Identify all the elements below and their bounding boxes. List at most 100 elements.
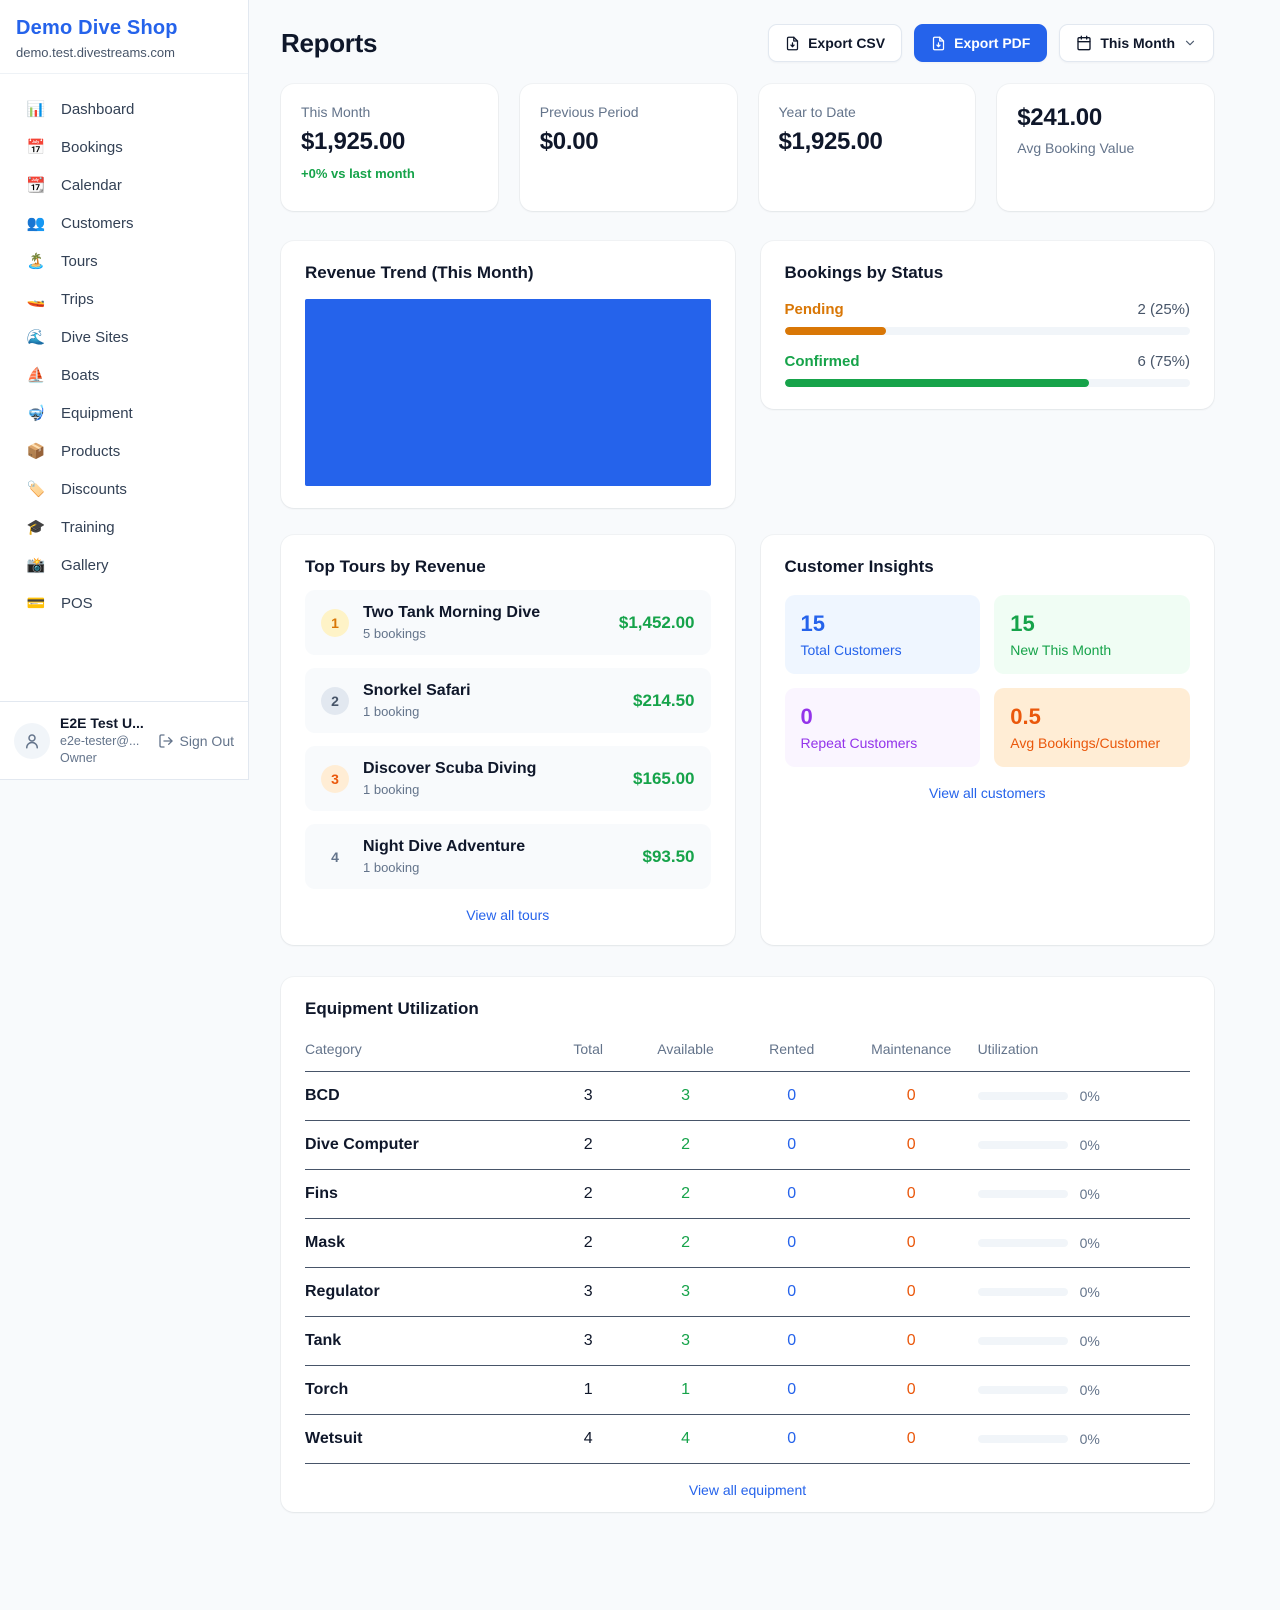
- cell-total: 3: [544, 1072, 633, 1121]
- sidebar-item-label: Dive Sites: [61, 329, 129, 346]
- tour-bookings: 5 bookings: [363, 626, 540, 641]
- progress-fill: [785, 327, 886, 335]
- sidebar-item-dive-sites[interactable]: 🌊Dive Sites: [0, 318, 248, 356]
- sidebar-item-calendar[interactable]: 📆Calendar: [0, 166, 248, 204]
- sidebar-item-equipment[interactable]: 🤿Equipment: [0, 394, 248, 432]
- sidebar-item-trips[interactable]: 🚤Trips: [0, 280, 248, 318]
- sidebar-item-label: Trips: [61, 291, 94, 308]
- cell-total: 4: [544, 1415, 633, 1464]
- sidebar-item-products[interactable]: 📦 Products: [0, 432, 248, 470]
- cell-category: Wetsuit: [305, 1415, 544, 1464]
- view-all-tours-link[interactable]: View all tours: [305, 907, 711, 923]
- bookings-by-status-card: Bookings by Status Pending 2 (25%) Confi…: [761, 241, 1215, 409]
- insight-label: Avg Bookings/Customer: [1010, 735, 1174, 751]
- cell-category: Regulator: [305, 1268, 544, 1317]
- sidebar-item-gallery[interactable]: 📸Gallery: [0, 546, 248, 584]
- tour-row: 2 Snorkel Safari 1 booking $214.50: [305, 668, 711, 733]
- cell-rented: 0: [739, 1072, 845, 1121]
- utilization-percent: 0%: [1080, 1186, 1100, 1202]
- cell-available: 1: [632, 1366, 738, 1415]
- rank-badge: 2: [321, 687, 349, 715]
- cell-category: Torch: [305, 1366, 544, 1415]
- sidebar-item-dashboard[interactable]: 📊Dashboard: [0, 90, 248, 128]
- products-icon: 📦: [26, 442, 46, 460]
- utilization-percent: 0%: [1080, 1088, 1100, 1104]
- top-tours-card: Top Tours by Revenue 1 Two Tank Morning …: [281, 535, 735, 945]
- export-csv-label: Export CSV: [808, 35, 885, 51]
- export-pdf-button[interactable]: Export PDF: [914, 24, 1047, 62]
- status-label: Confirmed: [785, 353, 860, 370]
- sidebar-item-discounts[interactable]: 🏷️Discounts: [0, 470, 248, 508]
- sidebar-item-label: Bookings: [61, 139, 123, 156]
- equipment-icon: 🤿: [26, 404, 46, 422]
- sidebar-item-label: POS: [61, 595, 93, 612]
- col-header-available: Available: [632, 1029, 738, 1072]
- utilization-track: [978, 1141, 1068, 1149]
- sidebar-item-pos[interactable]: 💳POS: [0, 584, 248, 622]
- dashboard-icon: 📊: [26, 100, 46, 118]
- table-row: Mask 2 2 0 0 0%: [305, 1219, 1190, 1268]
- page-header: Reports Export CSV Export PDF This Month: [281, 24, 1214, 62]
- cell-rented: 0: [739, 1317, 845, 1366]
- rank-badge: 3: [321, 765, 349, 793]
- main-content: Reports Export CSV Export PDF This Month…: [249, 0, 1280, 1542]
- sidebar-item-training[interactable]: 🎓Training: [0, 508, 248, 546]
- status-row-pending: Pending 2 (25%): [785, 301, 1191, 335]
- utilization-track: [978, 1337, 1068, 1345]
- cell-total: 3: [544, 1317, 633, 1366]
- tour-revenue: $214.50: [633, 691, 694, 711]
- cell-category: Mask: [305, 1219, 544, 1268]
- sign-out-button[interactable]: Sign Out: [158, 733, 234, 749]
- stat-label: This Month: [301, 104, 478, 120]
- export-csv-button[interactable]: Export CSV: [768, 24, 902, 62]
- rank-badge: 4: [321, 843, 349, 871]
- sidebar-item-label: Boats: [61, 367, 99, 384]
- col-header-rented: Rented: [739, 1029, 845, 1072]
- view-all-customers-link[interactable]: View all customers: [785, 785, 1191, 801]
- cell-utilization: 0%: [978, 1170, 1190, 1219]
- sidebar-item-boats[interactable]: ⛵ Boats: [0, 356, 248, 394]
- cell-total: 2: [544, 1121, 633, 1170]
- sidebar-item-customers[interactable]: 👥Customers: [0, 204, 248, 242]
- cell-category: Tank: [305, 1317, 544, 1366]
- tour-bookings: 1 booking: [363, 782, 536, 797]
- sidebar: Demo Dive Shop demo.test.divestreams.com…: [0, 0, 249, 780]
- insight-tile-repeat-customers: 0 Repeat Customers: [785, 688, 981, 767]
- cell-rented: 0: [739, 1170, 845, 1219]
- period-label: This Month: [1100, 35, 1175, 51]
- cell-utilization: 0%: [978, 1072, 1190, 1121]
- utilization-percent: 0%: [1080, 1137, 1100, 1153]
- progress-track: [785, 379, 1191, 387]
- gallery-icon: 📸: [26, 556, 46, 574]
- revenue-trend-title: Revenue Trend (This Month): [305, 263, 711, 283]
- utilization-percent: 0%: [1080, 1284, 1100, 1300]
- stat-value: $1,925.00: [301, 128, 478, 156]
- insight-value: 0.5: [1010, 704, 1174, 730]
- file-icon: [785, 36, 800, 51]
- cell-maintenance: 0: [845, 1366, 978, 1415]
- sidebar-item-label: Products: [61, 443, 120, 460]
- rank-badge: 1: [321, 609, 349, 637]
- cell-available: 4: [632, 1415, 738, 1464]
- stat-label: Avg Booking Value: [1017, 140, 1194, 156]
- cell-rented: 0: [739, 1121, 845, 1170]
- period-select[interactable]: This Month: [1059, 24, 1214, 62]
- table-header-row: Category Total Available Rented Maintena…: [305, 1029, 1190, 1072]
- status-count: 2 (25%): [1137, 301, 1190, 318]
- customer-insights-card: Customer Insights 15 Total Customers 15 …: [761, 535, 1215, 945]
- progress-fill: [785, 379, 1089, 387]
- cell-total: 3: [544, 1268, 633, 1317]
- sidebar-item-label: Calendar: [61, 177, 122, 194]
- stat-delta: +0% vs last month: [301, 166, 478, 181]
- chevron-down-icon: [1183, 36, 1197, 50]
- page-title: Reports: [281, 28, 377, 59]
- cell-available: 3: [632, 1268, 738, 1317]
- sidebar-item-label: Discounts: [61, 481, 127, 498]
- col-header-total: Total: [544, 1029, 633, 1072]
- sidebar-item-tours[interactable]: 🏝️Tours: [0, 242, 248, 280]
- sidebar-item-bookings[interactable]: 📅Bookings: [0, 128, 248, 166]
- insight-label: Repeat Customers: [801, 735, 965, 751]
- boats-icon: ⛵: [26, 366, 46, 384]
- cell-utilization: 0%: [978, 1366, 1190, 1415]
- view-all-equipment-link[interactable]: View all equipment: [305, 1482, 1190, 1498]
